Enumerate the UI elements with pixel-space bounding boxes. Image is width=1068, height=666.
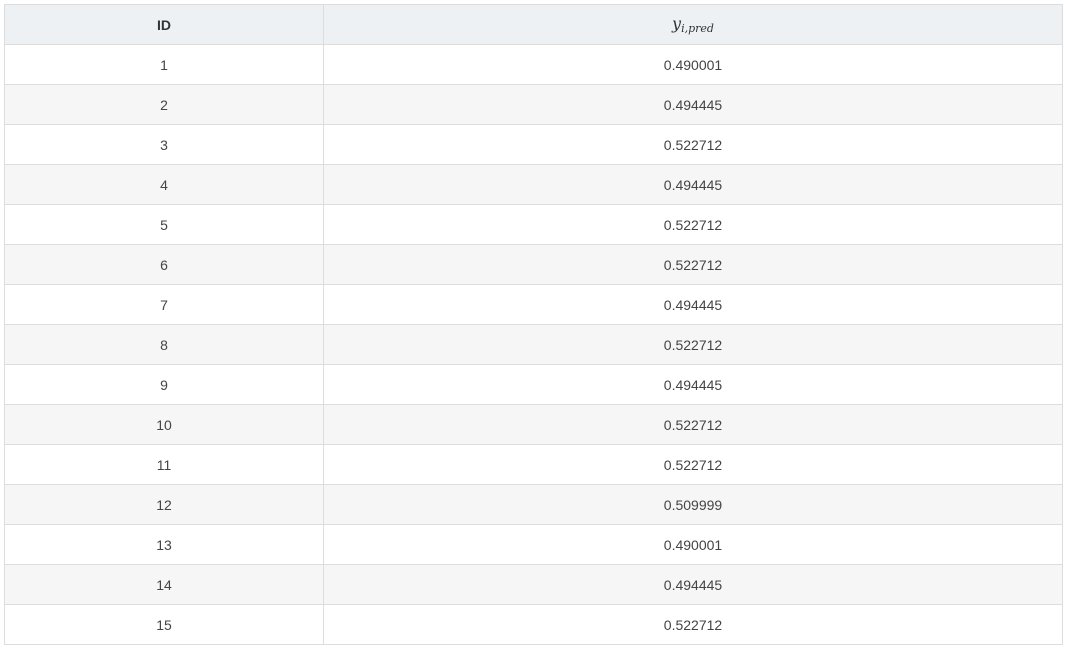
- table-header-row: ID yi,pred: [4, 4, 1063, 45]
- table-row: 8 0.522712: [4, 324, 1063, 365]
- cell-id: 5: [4, 204, 324, 245]
- cell-id: 4: [4, 164, 324, 205]
- column-header-id[interactable]: ID: [4, 4, 324, 45]
- table-row: 7 0.494445: [4, 284, 1063, 325]
- cell-id: 13: [4, 524, 324, 565]
- data-table-container: ID yi,pred 1 0.490001 2 0.494445 3 0.522712 4 0…: [4, 4, 1063, 645]
- cell-id: 8: [4, 324, 324, 365]
- cell-y-pred: 0.522712: [323, 444, 1063, 485]
- cell-y-pred: 0.509999: [323, 484, 1063, 525]
- table-header: ID yi,pred: [4, 4, 1063, 45]
- cell-id: 14: [4, 564, 324, 605]
- table-row: 1 0.490001: [4, 44, 1063, 85]
- cell-y-pred: 0.490001: [323, 524, 1063, 565]
- column-header-y-pred-subscript: i,pred: [681, 22, 714, 35]
- cell-y-pred: 0.522712: [323, 204, 1063, 245]
- cell-y-pred: 0.494445: [323, 164, 1063, 205]
- cell-y-pred: 0.522712: [323, 604, 1063, 645]
- cell-id: 15: [4, 604, 324, 645]
- cell-y-pred: 0.522712: [323, 244, 1063, 285]
- cell-y-pred: 0.494445: [323, 84, 1063, 125]
- cell-id: 3: [4, 124, 324, 165]
- table-row: 5 0.522712: [4, 204, 1063, 245]
- cell-id: 9: [4, 364, 324, 405]
- cell-id: 6: [4, 244, 324, 285]
- cell-id: 11: [4, 444, 324, 485]
- data-table: ID yi,pred 1 0.490001 2 0.494445 3 0.522712 4 0…: [4, 4, 1063, 645]
- table-row: 10 0.522712: [4, 404, 1063, 445]
- column-header-y-pred[interactable]: yi,pred: [323, 4, 1063, 45]
- cell-id: 10: [4, 404, 324, 445]
- cell-id: 1: [4, 44, 324, 85]
- cell-id: 7: [4, 284, 324, 325]
- table-row: 4 0.494445: [4, 164, 1063, 205]
- table-row: 11 0.522712: [4, 444, 1063, 485]
- cell-y-pred: 0.522712: [323, 124, 1063, 165]
- cell-y-pred: 0.494445: [323, 284, 1063, 325]
- table-row: 9 0.494445: [4, 364, 1063, 405]
- table-row: 13 0.490001: [4, 524, 1063, 565]
- cell-y-pred: 0.522712: [323, 324, 1063, 365]
- table-row: 6 0.522712: [4, 244, 1063, 285]
- table-row: 12 0.509999: [4, 484, 1063, 525]
- cell-y-pred: 0.522712: [323, 404, 1063, 445]
- table-row: 3 0.522712: [4, 124, 1063, 165]
- cell-y-pred: 0.494445: [323, 564, 1063, 605]
- cell-y-pred: 0.490001: [323, 44, 1063, 85]
- cell-y-pred: 0.494445: [323, 364, 1063, 405]
- table-row: 2 0.494445: [4, 84, 1063, 125]
- table-row: 15 0.522712: [4, 604, 1063, 645]
- column-header-y-pred-main: y: [672, 14, 682, 33]
- cell-id: 12: [4, 484, 324, 525]
- table-row: 14 0.494445: [4, 564, 1063, 605]
- cell-id: 2: [4, 84, 324, 125]
- table-body: 1 0.490001 2 0.494445 3 0.522712 4 0.494445 5 0.5…: [4, 44, 1063, 645]
